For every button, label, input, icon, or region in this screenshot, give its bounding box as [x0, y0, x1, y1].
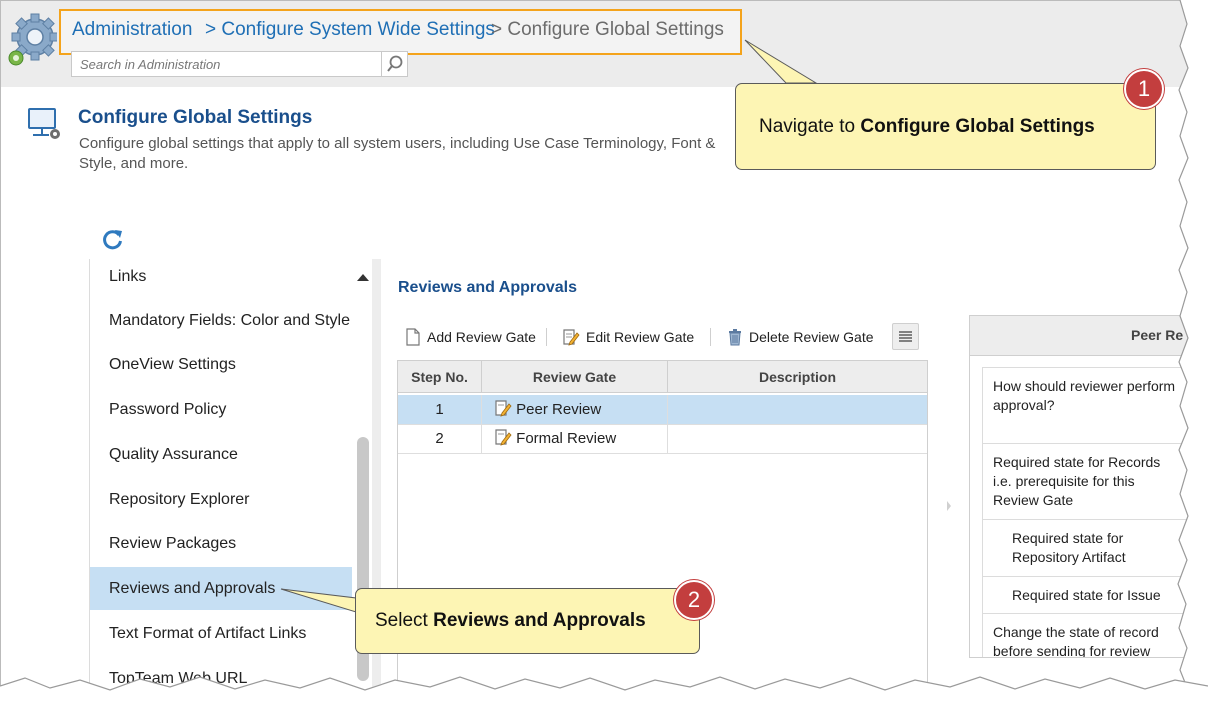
settings-item-reviews-and-approvals[interactable]: Reviews and Approvals: [90, 567, 352, 610]
review-gate-details: Peer Re How should reviewer perform appr…: [969, 315, 1189, 658]
settings-item-repository-explorer[interactable]: Repository Explorer: [90, 482, 352, 518]
callout-select-prefix: Select: [375, 610, 434, 631]
refresh-icon[interactable]: [101, 227, 125, 251]
search-input[interactable]: [72, 52, 382, 76]
torn-edge-right: [1177, 0, 1208, 711]
settings-item-oneview[interactable]: OneView Settings: [90, 347, 352, 383]
review-gate-name: Peer Review: [516, 401, 602, 418]
change-state-before-review-question: Change the state of record before sendin…: [982, 613, 1189, 657]
review-gate-name: Formal Review: [516, 430, 617, 447]
toolbar-separator: [546, 328, 547, 346]
page-title: Configure Global Settings: [78, 107, 313, 128]
step-badge-2: 2: [674, 580, 714, 620]
delete-review-gate-label: Delete Review Gate: [749, 329, 874, 345]
scroll-up-arrow-icon: [357, 274, 369, 281]
admin-header: Administration > Configure System Wide S…: [1, 1, 1189, 87]
column-header-step-no[interactable]: Step No.: [398, 361, 482, 393]
callout-navigate-text: Navigate to Configure Global Settings: [759, 116, 1095, 138]
required-state-issue-question: Required state for Issue: [982, 576, 1189, 614]
grid-header: Step No. Review Gate Description: [398, 361, 927, 393]
section-title: Reviews and Approvals: [398, 279, 578, 296]
description-cell: [668, 424, 927, 453]
review-gate-cell: Formal Review: [482, 424, 668, 453]
settings-item-mandatory-fields[interactable]: Mandatory Fields: Color and Style: [90, 303, 352, 339]
callout-navigate-target: Configure Global Settings: [860, 116, 1095, 137]
settings-item-review-packages[interactable]: Review Packages: [90, 526, 352, 562]
collapse-arrow-icon: [947, 501, 951, 511]
breadcrumb-configure-system-wide-settings[interactable]: > Configure System Wide Settings: [205, 19, 495, 41]
callout-navigate-prefix: Navigate to: [759, 116, 861, 137]
edit-review-gate-label: Edit Review Gate: [586, 329, 695, 345]
callout-navigate: Navigate to Configure Global Settings: [735, 83, 1156, 170]
settings-item-password-policy[interactable]: Password Policy: [90, 392, 352, 428]
details-splitter[interactable]: [939, 301, 959, 689]
breadcrumb-configure-global-settings: > Configure Global Settings: [491, 19, 724, 40]
settings-item-quality-assurance[interactable]: Quality Assurance: [90, 437, 352, 473]
page-description: Configure global settings that apply to …: [79, 135, 716, 172]
approval-method-question: How should reviewer perform approval?: [982, 367, 1189, 444]
delete-review-gate-button[interactable]: Delete Review Gate: [727, 326, 874, 348]
step-badge-1: 1: [1124, 69, 1164, 109]
step-number-cell: 2: [398, 424, 482, 453]
new-document-icon: [406, 328, 420, 346]
callout-select: Select Reviews and Approvals: [355, 588, 700, 654]
table-row[interactable]: 1 Peer Review: [398, 395, 927, 425]
grid-menu-button[interactable]: [892, 323, 919, 350]
search-button[interactable]: [381, 52, 407, 76]
required-state-records-question: Required state for Records i.e. prerequi…: [982, 443, 1189, 520]
review-gate-cell: Peer Review: [482, 395, 668, 424]
settings-list: Links Mandatory Fields: Color and Style …: [89, 259, 371, 689]
breadcrumb-administration[interactable]: Administration: [72, 19, 192, 41]
callout-select-text: Select Reviews and Approvals: [375, 610, 646, 632]
required-state-repository-artifact-question: Required state for Repository Artifact: [982, 519, 1189, 577]
hamburger-menu-icon: [899, 331, 912, 342]
details-header: Peer Re: [970, 316, 1189, 356]
settings-item-text-format[interactable]: Text Format of Artifact Links: [90, 616, 352, 652]
settings-monitor-icon: [28, 108, 60, 139]
search-icon: [387, 55, 403, 72]
toolbar-separator: [710, 328, 711, 346]
review-gate-icon: [495, 400, 512, 417]
administration-gear-icon: [8, 13, 57, 66]
edit-document-icon: [563, 329, 580, 346]
table-row[interactable]: 2 Formal Review: [398, 424, 927, 454]
edit-review-gate-button[interactable]: Edit Review Gate: [562, 326, 694, 348]
add-review-gate-button[interactable]: Add Review Gate: [405, 326, 536, 348]
description-cell: [668, 395, 927, 424]
settings-item-links[interactable]: Links: [90, 259, 352, 295]
torn-edge-bottom: [0, 676, 1208, 711]
breadcrumb: Administration > Configure System Wide S…: [59, 9, 742, 55]
callout-select-target: Reviews and Approvals: [433, 610, 646, 631]
search-box: [71, 51, 408, 77]
trash-icon: [729, 329, 741, 346]
add-review-gate-label: Add Review Gate: [427, 329, 536, 345]
step-number-cell: 1: [398, 395, 482, 424]
column-header-description[interactable]: Description: [668, 361, 927, 393]
review-gate-icon: [495, 429, 512, 446]
column-header-review-gate[interactable]: Review Gate: [482, 361, 668, 393]
